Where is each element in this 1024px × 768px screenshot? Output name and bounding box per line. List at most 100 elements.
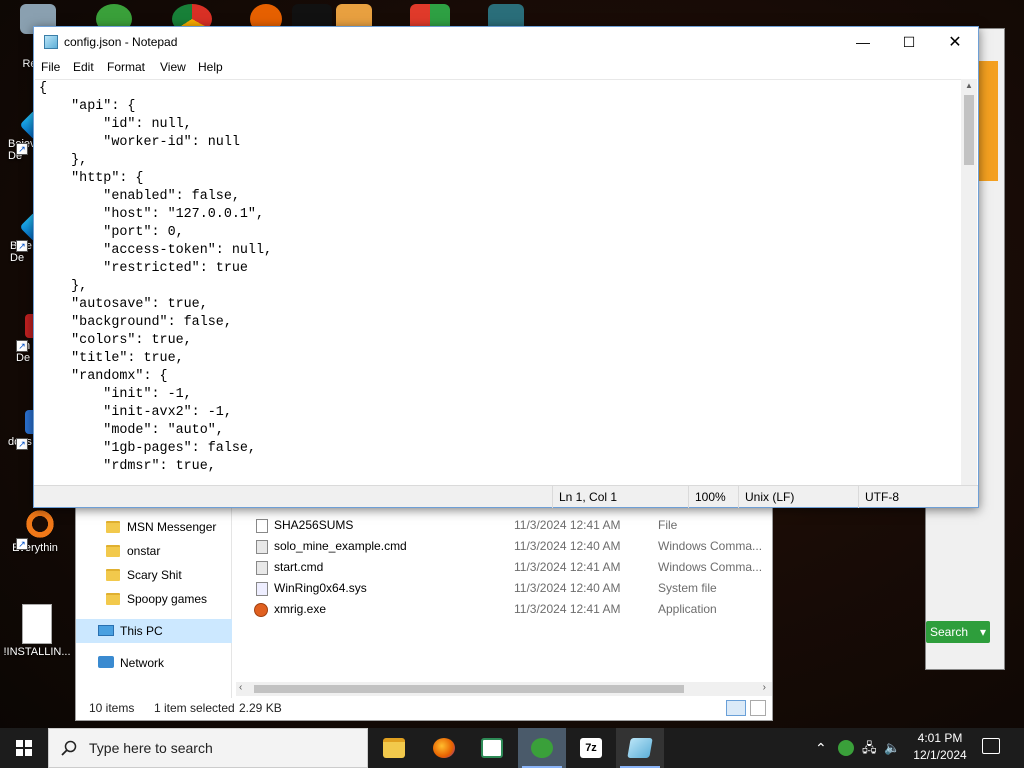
file-explorer-window[interactable]: MSN Messenger onstar Scary Shit Spoopy g…	[75, 497, 773, 721]
menu-view[interactable]: View	[160, 60, 186, 74]
menu-bar: File Edit Format View Help	[34, 58, 978, 78]
folder-icon	[106, 569, 120, 581]
nav-item-label: onstar	[127, 544, 161, 558]
taskbar-messenger[interactable]	[518, 728, 566, 768]
search-placeholder: Type here to search	[89, 740, 213, 756]
notepad-status-bar: Ln 1, Col 1 100% Unix (LF) UTF-8	[34, 485, 978, 508]
messenger-tray-icon[interactable]	[838, 740, 854, 756]
taskbar-notepad[interactable]	[616, 728, 664, 768]
selection-size: 2.29 KB	[239, 701, 282, 715]
menu-format[interactable]: Format	[107, 60, 145, 74]
text-editor-area[interactable]: { "api": { "id": null, "worker-id": null…	[35, 79, 963, 495]
notifications-icon[interactable]	[982, 738, 1000, 754]
folder-icon	[106, 545, 120, 557]
scrollbar-thumb[interactable]	[964, 95, 974, 165]
7zip-icon: 7z	[580, 738, 602, 758]
clock-date: 12/1/2024	[913, 748, 967, 762]
file-icon	[256, 519, 268, 533]
scroll-up-icon[interactable]: ▲	[961, 79, 977, 93]
file-name: WinRing0x64.sys	[274, 581, 367, 595]
start-button[interactable]	[0, 728, 48, 768]
file-date: 11/3/2024 12:41 AM	[514, 518, 621, 532]
firefox-icon	[433, 738, 455, 758]
minimize-button[interactable]: —	[840, 27, 886, 58]
file-date: 11/3/2024 12:40 AM	[514, 581, 621, 595]
file-name: xmrig.exe	[274, 602, 327, 616]
explorer-nav-pane: MSN Messenger onstar Scary Shit Spoopy g…	[76, 498, 232, 698]
file-name: solo_mine_example.cmd	[274, 539, 407, 553]
close-button[interactable]: ✕	[932, 27, 978, 58]
text-file-icon	[22, 604, 52, 644]
search-button[interactable]: Search ▾	[926, 621, 990, 643]
nav-item-label: Scary Shit	[127, 568, 182, 582]
file-type: Application	[658, 602, 717, 616]
window-app-icon	[481, 738, 503, 758]
nav-item-scary-shit[interactable]: Scary Shit	[106, 564, 182, 586]
explorer-status-bar: 10 items 1 item selected 2.29 KB	[76, 696, 772, 720]
orange-panel	[976, 61, 998, 181]
shortcut-arrow-icon: ↗	[16, 143, 28, 155]
network-tray-icon[interactable]: 🖧	[862, 728, 877, 768]
taskbar-file-explorer[interactable]	[370, 728, 418, 768]
notepad-icon	[44, 35, 58, 49]
details-view-icon[interactable]	[726, 700, 746, 716]
xmrig-app-icon	[254, 603, 268, 617]
file-row[interactable]: xmrig.exe 11/3/2024 12:41 AM Application	[254, 599, 766, 620]
taskbar: Type here to search 7z ⌃ 🖧 🔈 4:01 PM 12/…	[0, 728, 1024, 768]
maximize-button[interactable]: ☐	[886, 27, 932, 58]
folder-icon	[106, 521, 120, 533]
file-type: File	[658, 518, 678, 532]
desktop-icon-everything[interactable]: Everythin	[0, 508, 70, 554]
cursor-position: Ln 1, Col 1	[552, 486, 688, 508]
item-count: 10 items	[89, 701, 135, 715]
zoom-level: 100%	[688, 486, 738, 508]
volume-icon[interactable]: 🔈	[884, 728, 900, 768]
nav-item-spoopy-games[interactable]: Spoopy games	[106, 588, 207, 610]
scrollbar-thumb[interactable]	[254, 685, 684, 693]
file-row[interactable]: WinRing0x64.sys 11/3/2024 12:40 AM Syste…	[256, 578, 766, 599]
menu-edit[interactable]: Edit	[73, 60, 94, 74]
file-row[interactable]: start.cmd 11/3/2024 12:41 AM Windows Com…	[256, 557, 766, 578]
taskbar-search-box[interactable]: Type here to search	[48, 728, 368, 768]
desktop-icon-installing[interactable]: !INSTALLIN...	[2, 604, 72, 658]
nav-item-label: Network	[120, 656, 165, 670]
shortcut-arrow-icon: ↗	[16, 340, 28, 352]
everything-search-icon	[24, 508, 56, 540]
sys-file-icon	[256, 582, 268, 596]
shortcut-arrow-icon: ↗	[16, 438, 28, 450]
taskbar-clock[interactable]: 4:01 PM 12/1/2024	[900, 730, 980, 764]
search-button-label: Search	[930, 625, 969, 639]
desktop-icon-label: !INSTALLIN...	[3, 646, 71, 658]
file-row[interactable]: SHA256SUMS 11/3/2024 12:41 AM File	[256, 515, 766, 536]
computer-icon	[98, 625, 114, 636]
file-type: Windows Comma...	[658, 539, 763, 553]
taskbar-firefox[interactable]	[420, 728, 468, 768]
nav-item-network[interactable]: Network	[98, 652, 164, 674]
nav-item-msn-messenger[interactable]: MSN Messenger	[106, 516, 216, 538]
menu-help[interactable]: Help	[198, 60, 223, 74]
notepad-icon	[627, 738, 653, 758]
selection-count: 1 item selected	[154, 701, 235, 715]
encoding: UTF-8	[858, 486, 964, 508]
search-icon	[61, 740, 77, 756]
nav-item-onstar[interactable]: onstar	[106, 540, 160, 562]
taskbar-app-window[interactable]	[468, 728, 516, 768]
nav-item-this-pc[interactable]: This PC	[98, 620, 163, 642]
explorer-horizontal-scrollbar[interactable]: ‹ ›	[236, 682, 772, 696]
menu-file[interactable]: File	[41, 60, 60, 74]
file-name: start.cmd	[274, 560, 324, 574]
scroll-left-icon[interactable]: ‹	[239, 682, 242, 693]
dropdown-arrow-icon: ▾	[979, 625, 986, 639]
scroll-right-icon[interactable]: ›	[763, 682, 766, 693]
show-hidden-icons-icon[interactable]: ⌃	[815, 728, 827, 768]
notepad-title-bar[interactable]: config.json - Notepad — ☐ ✕	[34, 27, 978, 58]
file-row[interactable]: solo_mine_example.cmd 11/3/2024 12:40 AM…	[256, 536, 766, 557]
nav-item-label: This PC	[120, 624, 163, 638]
file-explorer-icon	[383, 738, 405, 758]
file-content[interactable]: { "api": { "id": null, "worker-id": null…	[35, 80, 963, 476]
messenger-icon	[531, 738, 553, 758]
notepad-window[interactable]: config.json - Notepad — ☐ ✕ File Edit Fo…	[33, 26, 979, 508]
large-icons-view-icon[interactable]	[750, 700, 766, 716]
vertical-scrollbar[interactable]: ▲ ▼	[961, 79, 977, 495]
taskbar-7zip[interactable]: 7z	[567, 728, 615, 768]
